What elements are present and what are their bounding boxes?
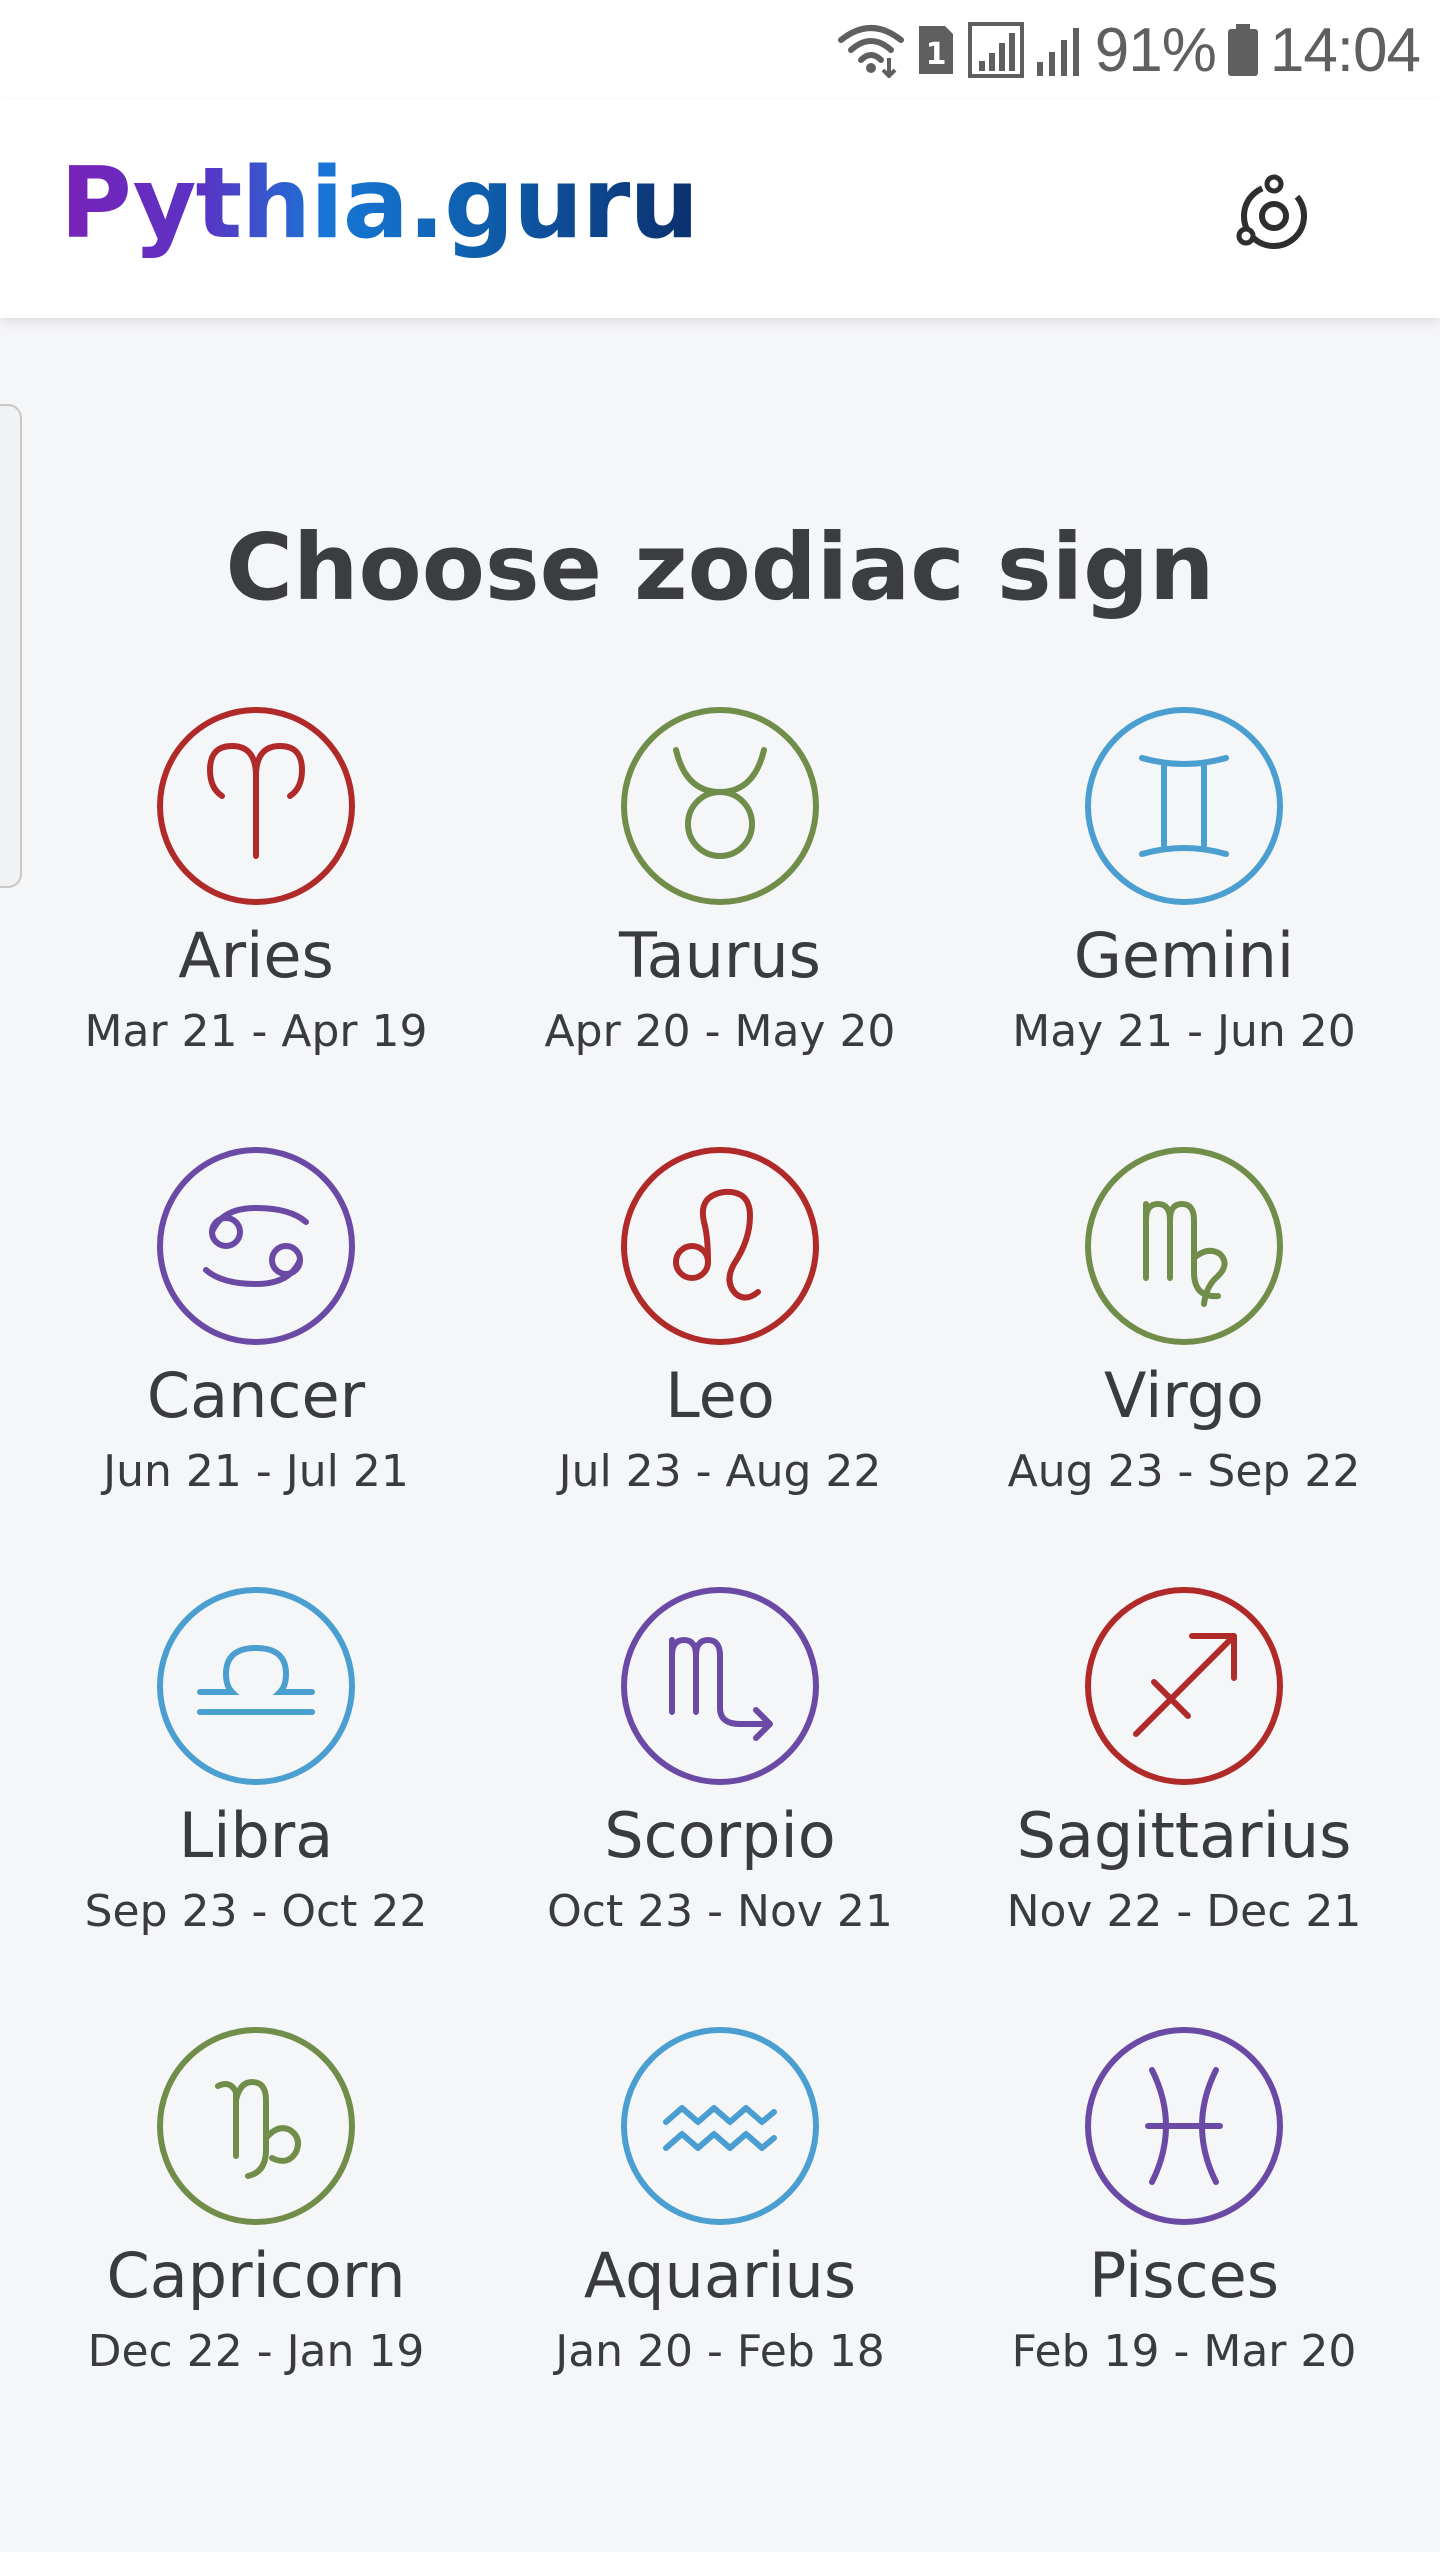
- sign-dates: Jun 21 - Jul 21: [103, 1446, 409, 1497]
- sign-name: Virgo: [1104, 1359, 1264, 1432]
- bottom-edge: [0, 2552, 1440, 2560]
- sign-name: Gemini: [1073, 919, 1295, 992]
- sign-dates: Sep 23 - Oct 22: [84, 1886, 428, 1937]
- sign-name: Aries: [178, 919, 334, 992]
- zodiac-sign-sagittarius[interactable]: Sagittarius Nov 22 - Dec 21: [954, 1586, 1414, 2006]
- site-logo[interactable]: Pythia.guru: [60, 144, 699, 264]
- gemini-icon: [1084, 706, 1284, 906]
- pisces-icon: [1084, 2026, 1284, 2226]
- zodiac-sign-capricorn[interactable]: Capricorn Dec 22 - Jan 19: [26, 2026, 486, 2446]
- sign-dates: Dec 22 - Jan 19: [87, 2326, 425, 2377]
- zodiac-sign-aquarius[interactable]: Aquarius Jan 20 - Feb 18: [490, 2026, 950, 2446]
- zodiac-sign-virgo[interactable]: Virgo Aug 23 - Sep 22: [954, 1146, 1414, 1566]
- scorpio-icon: [620, 1586, 820, 1786]
- sign-dates: Mar 21 - Apr 19: [84, 1006, 428, 1057]
- zodiac-sign-leo[interactable]: Leo Jul 23 - Aug 22: [490, 1146, 950, 1566]
- sign-dates: Nov 22 - Dec 21: [1006, 1886, 1362, 1937]
- cancer-icon: [156, 1146, 356, 1346]
- capricorn-icon: [156, 2026, 356, 2226]
- sagittarius-icon: [1084, 1586, 1284, 1786]
- aries-icon: [156, 706, 356, 906]
- sign-dates: Apr 20 - May 20: [544, 1006, 896, 1057]
- sign-name: Pisces: [1088, 2239, 1280, 2312]
- sign-dates: Aug 23 - Sep 22: [1007, 1446, 1361, 1497]
- zodiac-sign-cancer[interactable]: Cancer Jun 21 - Jul 21: [26, 1146, 486, 1566]
- zodiac-sign-libra[interactable]: Libra Sep 23 - Oct 22: [26, 1586, 486, 2006]
- zodiac-sign-scorpio[interactable]: Scorpio Oct 23 - Nov 21: [490, 1586, 950, 2006]
- leo-icon: [620, 1146, 820, 1346]
- aquarius-icon: [620, 2026, 820, 2226]
- sign-name: Cancer: [146, 1359, 366, 1432]
- zodiac-sign-gemini[interactable]: Gemini May 21 - Jun 20: [954, 706, 1414, 1126]
- zodiac-grid: Aries Mar 21 - Apr 19 Taurus Apr 20 - Ma…: [0, 0, 1440, 2560]
- menu-button[interactable]: [1224, 168, 1324, 268]
- libra-icon: [156, 1586, 356, 1786]
- sign-dates: Jan 20 - Feb 18: [555, 2326, 885, 2377]
- zodiac-sign-pisces[interactable]: Pisces Feb 19 - Mar 20: [954, 2026, 1414, 2446]
- sign-name: Scorpio: [604, 1799, 836, 1872]
- taurus-icon: [620, 706, 820, 906]
- sign-name: Sagittarius: [1016, 1799, 1352, 1872]
- sign-dates: Feb 19 - Mar 20: [1011, 2326, 1357, 2377]
- zodiac-sign-aries[interactable]: Aries Mar 21 - Apr 19: [26, 706, 486, 1126]
- sign-dates: Oct 23 - Nov 21: [547, 1886, 893, 1937]
- sign-dates: May 21 - Jun 20: [1012, 1006, 1356, 1057]
- sign-name: Aquarius: [583, 2239, 857, 2312]
- virgo-icon: [1084, 1146, 1284, 1346]
- sign-name: Libra: [178, 1799, 334, 1872]
- sign-name: Leo: [665, 1359, 775, 1432]
- app-header: Pythia.guru: [0, 100, 1440, 318]
- zodiac-sign-taurus[interactable]: Taurus Apr 20 - May 20: [490, 706, 950, 1126]
- sign-name: Capricorn: [106, 2239, 406, 2312]
- orbit-icon: [1232, 174, 1316, 262]
- sign-name: Taurus: [619, 919, 821, 992]
- sign-dates: Jul 23 - Aug 22: [558, 1446, 882, 1497]
